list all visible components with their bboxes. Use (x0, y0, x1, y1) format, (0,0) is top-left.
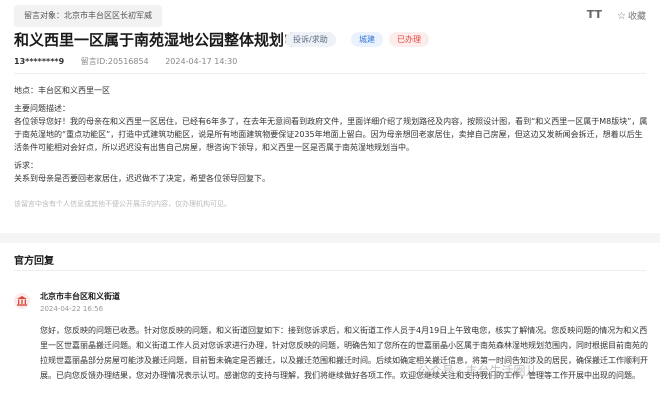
reply-org-name: 北京市丰台区和义街道 (40, 292, 120, 301)
title-row: 和义西里一区属于南苑湿地公园整体规划中 投诉/求助 城建 已办理 (14, 29, 654, 49)
favorite-button[interactable]: ☆ 收藏 (617, 9, 646, 22)
top-bar: 留言对象：北京市丰台区区长初军威 TT ☆ 收藏 (14, 5, 646, 27)
problem-body: 各位领导您好！我的母亲在和义西里一区居住，已经有6年多了，在去年无意间看到政府文… (14, 117, 648, 152)
field-tag: 城建 (351, 32, 383, 47)
page-title: 和义西里一区属于南苑湿地公园整体规划中 (14, 31, 300, 49)
status-badge: 已办理 (389, 32, 429, 47)
reply-section-title: 官方回复 (14, 256, 54, 267)
government-building-icon (14, 293, 30, 309)
user-id: 13********9 (14, 57, 65, 66)
message-target: 留言对象：北京市丰台区区长初军威 (14, 5, 162, 27)
message-date: 2024-04-17 14:30 (165, 57, 238, 66)
favorite-label: 收藏 (627, 12, 646, 22)
request-heading: 诉求： (14, 161, 38, 170)
star-icon: ☆ (617, 11, 626, 22)
message-id: 留言ID:20516854 (80, 57, 149, 66)
divider (14, 73, 646, 74)
message-content: 地点：丰台区和义西里一区 主要问题描述： 各位领导您好！我的母亲在和义西里一区居… (14, 84, 650, 190)
divider (14, 270, 646, 271)
problem-heading: 主要问题描述： (14, 104, 70, 113)
message-meta: 13********9 留言ID:20516854 2024-04-17 14:… (14, 56, 237, 67)
request-body: 关系到母亲是否要回老家居住，迟迟做不了决定，希望各位领导回复下。 (14, 174, 270, 183)
reply-date: 2024-04-22 16:56 (40, 305, 104, 313)
privacy-notice: 该留言中含有个人信息或其他不便公开展示的内容，仅办理机构可见。 (14, 200, 231, 208)
address-line: 地点：丰台区和义西里一区 (14, 86, 110, 95)
type-tag: 投诉/求助 (285, 32, 336, 47)
reply-body: 您好，您反映的问题已收悉。针对您反映的问题，和义街道回复如下：接到您诉求后，和义… (40, 326, 648, 380)
font-size-button[interactable]: TT (587, 8, 602, 21)
section-gap (0, 233, 660, 243)
watermark: 公众号 · 丰台生活圈儿 (418, 364, 538, 378)
